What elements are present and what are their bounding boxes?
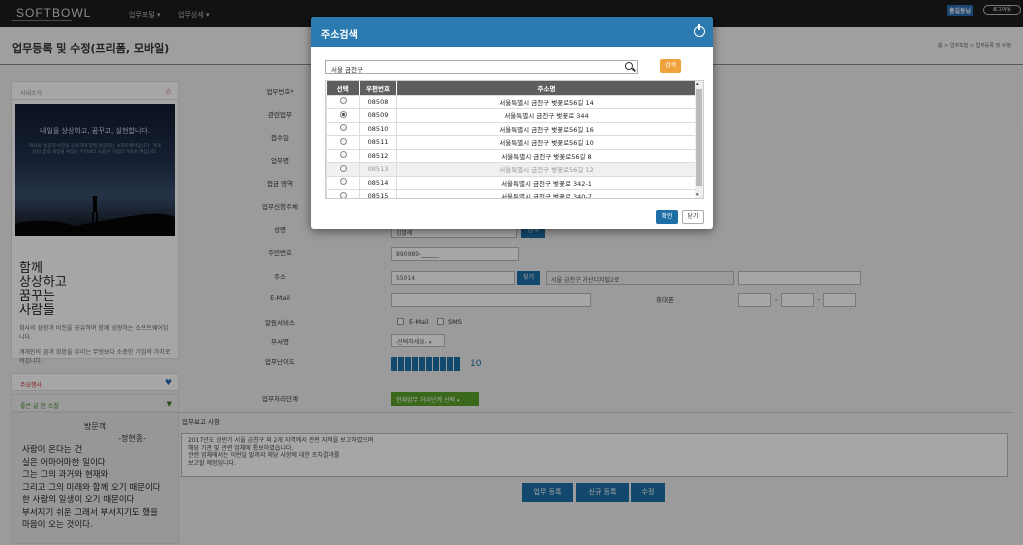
row-address: 서울특별시 금천구 벚꽃로56길 12 [396, 162, 697, 177]
scroll-down-icon[interactable]: ▾ [696, 192, 699, 198]
row-zipcode: 08513 [359, 162, 397, 177]
col-address: 주소명 [396, 81, 697, 95]
search-icon[interactable] [625, 62, 633, 70]
table-row[interactable]: 08512 서울특별시 금천구 벚꽃로56길 8 [326, 148, 697, 163]
row-radio[interactable] [339, 191, 347, 198]
row-zipcode: 08508 [359, 94, 397, 109]
table-row[interactable]: 08513 서울특별시 금천구 벚꽃로56길 12 [326, 162, 697, 177]
row-zipcode: 08512 [359, 148, 397, 163]
row-radio-selected[interactable] [339, 110, 347, 118]
table-scrollbar[interactable]: ▴ ▾ [695, 81, 703, 198]
col-zipcode: 우편번호 [359, 81, 397, 95]
close-button[interactable]: 닫기 [682, 210, 704, 224]
scroll-thumb[interactable] [696, 89, 702, 186]
row-address: 서울특별시 금천구 벚꽃로56길 14 [396, 94, 697, 109]
table-row[interactable]: 08510 서울특별시 금천구 벚꽃로56길 16 [326, 121, 697, 136]
row-zipcode: 08511 [359, 135, 397, 150]
col-select: 선택 [326, 81, 360, 95]
table-header-row: 선택 우편번호 주소명 [326, 81, 697, 95]
table-row[interactable]: 08514 서울특별시 금천구 벚꽃로 342-1 [326, 175, 697, 190]
search-button[interactable]: 검색 [660, 59, 681, 73]
table-row[interactable]: 08508 서울특별시 금천구 벚꽃로56길 14 [326, 94, 697, 109]
power-icon[interactable] [694, 24, 705, 37]
table-row[interactable]: 08509 서울특별시 금천구 벚꽃로 344 [326, 108, 697, 123]
row-address: 서울특별시 금천구 벚꽃로 344 [396, 108, 697, 123]
row-zipcode: 08515 [359, 189, 397, 198]
scroll-up-icon[interactable]: ▴ [696, 81, 699, 87]
address-table: 선택 우편번호 주소명 08508 서울특별시 금천구 벚꽃로56길 14 085… [325, 80, 704, 199]
row-zipcode: 08509 [359, 108, 397, 123]
modal-header: 주소검색 [311, 17, 713, 47]
row-address: 서울특별시 금천구 벚꽃로56길 16 [396, 121, 697, 136]
confirm-button[interactable]: 확인 [656, 210, 678, 224]
row-radio[interactable] [339, 124, 347, 132]
address-search-input[interactable]: 서울 금천구 [325, 60, 638, 74]
row-address: 서울특별시 금천구 벚꽃로 342-1 [396, 175, 697, 190]
address-search-modal: 주소검색 서울 금천구 검색 선택 우편번호 주소명 08508 서울특별시 금천… [311, 17, 713, 229]
row-radio[interactable] [339, 178, 347, 186]
row-radio[interactable] [339, 151, 347, 159]
row-zipcode: 08514 [359, 175, 397, 190]
row-address: 서울특별시 금천구 벚꽃로56길 10 [396, 135, 697, 150]
table-row[interactable]: 08515 서울특별시 금천구 벚꽃로 340-7 [326, 189, 697, 198]
row-radio[interactable] [339, 97, 347, 105]
table-row[interactable]: 08511 서울특별시 금천구 벚꽃로56길 10 [326, 135, 697, 150]
row-radio[interactable] [339, 164, 347, 172]
row-zipcode: 08510 [359, 121, 397, 136]
search-input-value: 서울 금천구 [331, 66, 363, 74]
modal-title: 주소검색 [321, 30, 358, 41]
row-address: 서울특별시 금천구 벚꽃로56길 8 [396, 148, 697, 163]
row-address: 서울특별시 금천구 벚꽃로 340-7 [396, 189, 697, 198]
row-radio[interactable] [339, 137, 347, 145]
